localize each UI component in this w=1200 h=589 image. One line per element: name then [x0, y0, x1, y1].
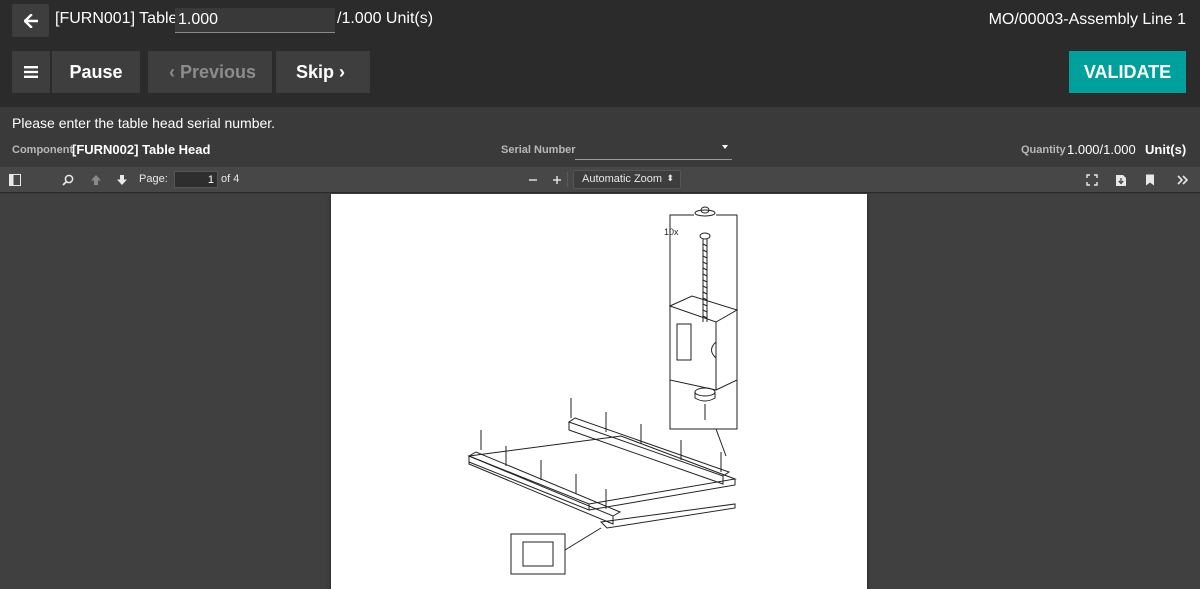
skip-label: Skip [295, 61, 334, 82]
serial-number-label: Serial Number [501, 144, 576, 156]
pdf-page: 10x [331, 194, 867, 589]
next-page-icon[interactable] [114, 172, 130, 188]
back-button[interactable] [12, 4, 49, 37]
caret-down-icon [722, 145, 728, 149]
presentation-mode-icon[interactable] [1084, 172, 1100, 188]
zoom-value: Automatic Zoom [582, 173, 663, 185]
tools-menu-icon[interactable] [1175, 172, 1191, 188]
toolbar-divider [567, 172, 568, 187]
page-label: Page: [139, 173, 168, 185]
bookmark-icon[interactable] [1142, 172, 1158, 188]
quantity-total: /1.000 Unit(s) [337, 10, 434, 27]
zoom-out-icon[interactable] [525, 172, 541, 188]
control-bar: Pause ‹ Previous Skip › VALIDATE [0, 44, 1200, 107]
pause-label: Pause [69, 61, 123, 82]
zoom-in-icon[interactable] [549, 172, 565, 188]
download-icon[interactable] [1113, 172, 1129, 188]
zoom-select[interactable]: Automatic Zoom ⬍ [573, 170, 681, 189]
previous-button[interactable]: ‹ Previous [148, 51, 272, 93]
previous-label: Previous [179, 61, 257, 82]
chevron-right-icon: › [339, 61, 345, 82]
step-info: Please enter the table head serial numbe… [0, 107, 1200, 167]
search-icon[interactable] [60, 172, 76, 188]
menu-button[interactable] [12, 51, 50, 93]
assembly-illustration: 10x [467, 206, 739, 575]
quantity-input[interactable] [175, 8, 335, 33]
callout-count-text: 10x [664, 227, 679, 237]
chevron-left-icon: ‹ [168, 61, 175, 82]
pdf-toolbar: Page: of 4 Automatic Zoom ⬍ [0, 167, 1200, 193]
sidebar-toggle-icon[interactable] [7, 172, 23, 188]
skip-button[interactable]: Skip › [276, 51, 370, 93]
validate-button[interactable]: VALIDATE [1069, 51, 1186, 93]
hamburger-menu-icon [24, 66, 38, 78]
arrow-left-icon [23, 13, 38, 28]
quantity-value: 1.000/1.000 [1067, 142, 1136, 157]
step-instruction: Please enter the table head serial numbe… [12, 115, 276, 131]
pause-button[interactable]: Pause [52, 51, 140, 93]
top-bar: [FURN001] Table: /1.000 Unit(s) MO/00003… [0, 0, 1200, 44]
quantity-label: Quantity [1021, 144, 1066, 156]
page-total: of 4 [221, 173, 240, 185]
component-label: Component [12, 144, 74, 156]
serial-number-select[interactable] [575, 140, 732, 160]
product-title: [FURN001] Table: [55, 10, 182, 27]
manufacturing-order-title: MO/00003-Assembly Line 1 [988, 11, 1186, 28]
component-value: [FURN002] Table Head [72, 142, 211, 157]
validate-label: VALIDATE [1083, 61, 1172, 82]
quantity-unit: Unit(s) [1145, 142, 1187, 157]
previous-page-icon[interactable] [88, 172, 104, 188]
page-number-input[interactable] [174, 171, 218, 188]
pdf-viewer[interactable]: 10x [0, 194, 1200, 589]
updown-caret-icon: ⬍ [666, 173, 674, 183]
